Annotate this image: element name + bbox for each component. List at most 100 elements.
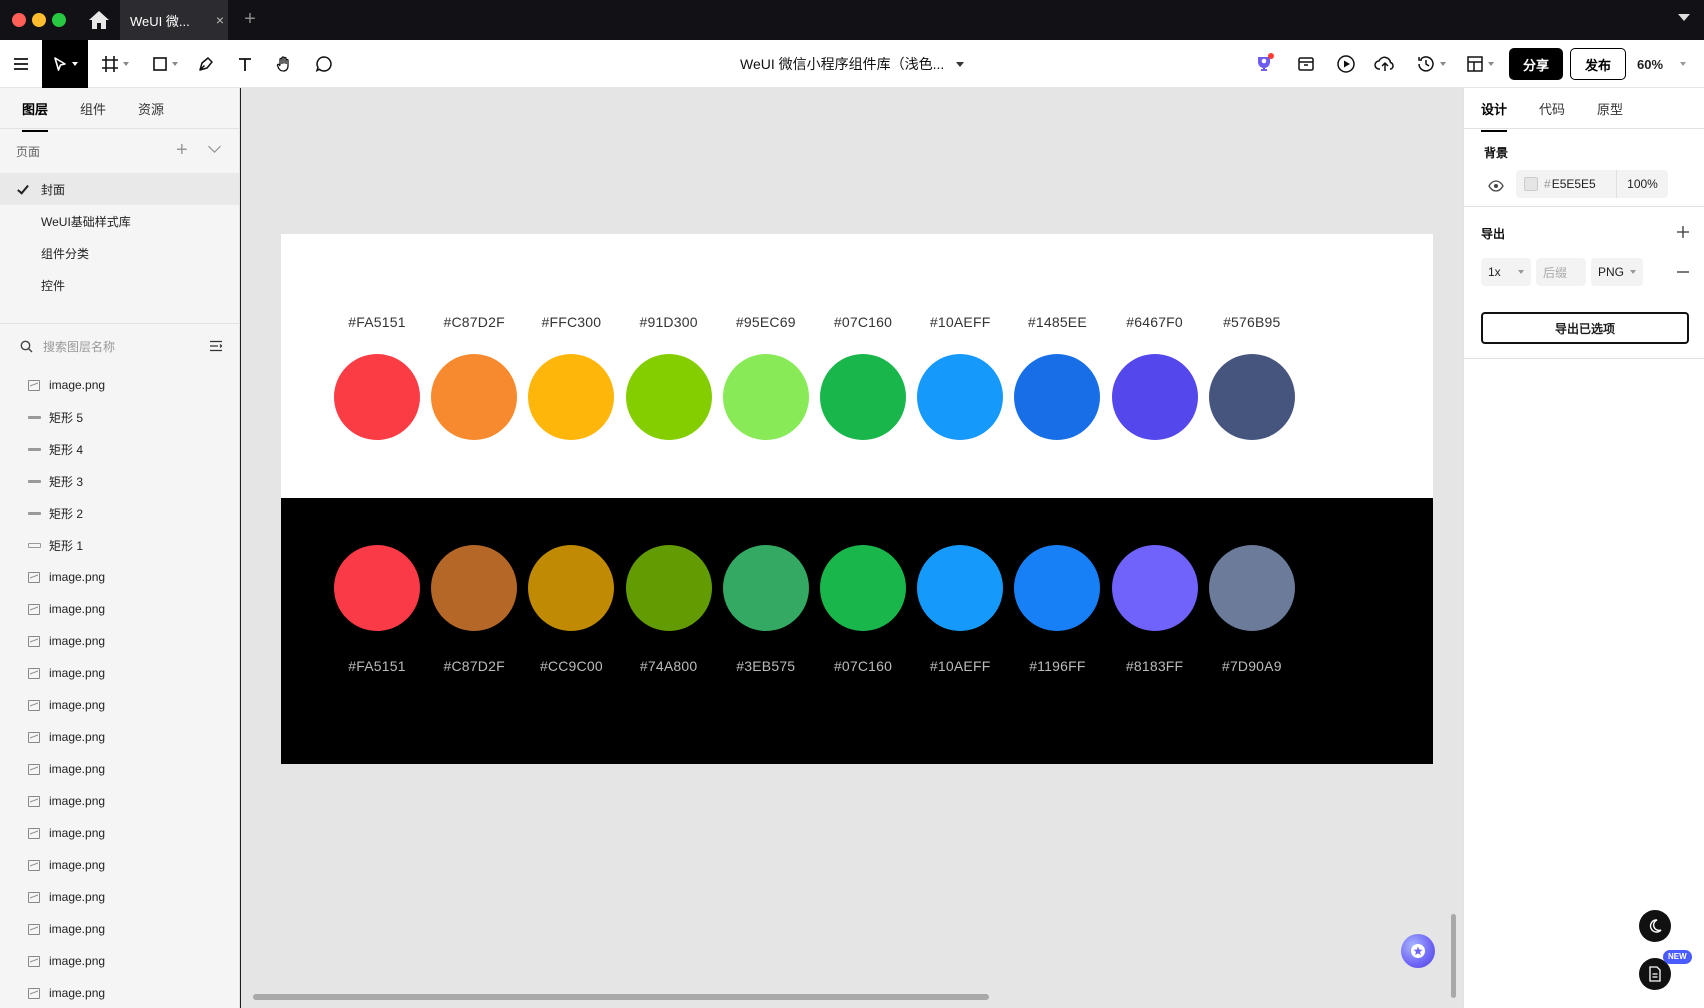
page-item-controls[interactable]: 控件 — [0, 269, 239, 301]
horizontal-scrollbar[interactable] — [253, 994, 989, 1000]
color-swatch[interactable] — [334, 545, 420, 631]
text-tool[interactable] — [234, 40, 256, 88]
close-window-button[interactable] — [12, 13, 26, 27]
tab-layers[interactable]: 图层 — [22, 99, 49, 132]
export-format-select[interactable]: PNG — [1591, 258, 1643, 286]
color-swatch[interactable] — [625, 545, 712, 631]
export-selected-button[interactable]: 导出已选项 — [1481, 312, 1689, 344]
new-tab-button[interactable]: + — [240, 8, 260, 32]
tab-prototype[interactable]: 原型 — [1597, 99, 1623, 118]
layer-item[interactable]: image.png — [0, 881, 239, 913]
history-button[interactable] — [1413, 40, 1449, 88]
upload-button[interactable] — [1373, 40, 1397, 88]
color-hex-label[interactable]: #576B95 — [1197, 314, 1307, 330]
color-swatch[interactable] — [722, 354, 809, 440]
color-swatch[interactable] — [1014, 354, 1101, 440]
background-color-field[interactable]: # E5E5E5 100% — [1516, 170, 1668, 198]
color-swatch[interactable] — [917, 545, 1004, 631]
light-palette-frame[interactable]: #FA5151 #C87D2F #FFC300 #91D300 #95EC69 #07C1… — [281, 234, 1433, 498]
layer-item[interactable]: image.png — [0, 561, 239, 593]
home-icon[interactable] — [86, 8, 112, 32]
document-tab[interactable]: WeUI 微... × — [120, 0, 228, 40]
color-hex-label[interactable]: #10AEFF — [905, 658, 1015, 674]
tab-assets[interactable]: 资源 — [138, 99, 164, 118]
color-hex-label[interactable]: #1196FF — [1002, 658, 1112, 674]
canvas[interactable]: #FA5151 #C87D2F #FFC300 #91D300 #95EC69 #07C1… — [241, 88, 1463, 1008]
rectangle-tool[interactable] — [148, 40, 182, 88]
layer-item[interactable]: image.png — [0, 785, 239, 817]
color-hex-label[interactable]: #74A800 — [614, 658, 724, 674]
document-title[interactable]: WeUI 微信小程序组件库（浅色... — [740, 40, 965, 88]
layer-item[interactable]: image.png — [0, 369, 239, 401]
color-hex-label[interactable]: #3EB575 — [711, 658, 821, 674]
color-hex-label[interactable]: #CC9C00 — [516, 658, 626, 674]
layer-item[interactable]: image.png — [0, 753, 239, 785]
ai-assistant-button[interactable] — [1252, 40, 1276, 88]
layer-item[interactable]: image.png — [0, 849, 239, 881]
color-swatch[interactable] — [1014, 545, 1101, 631]
color-hex-label[interactable]: #07C160 — [808, 658, 918, 674]
color-hex-label[interactable]: #1485EE — [1002, 314, 1112, 330]
assets-button[interactable] — [1294, 40, 1318, 88]
preview-button[interactable] — [1334, 40, 1358, 88]
layer-item[interactable]: 矩形 5 — [0, 401, 239, 433]
color-hex-label[interactable]: #10AEFF — [905, 314, 1015, 330]
color-hex-label[interactable]: #FA5151 — [322, 658, 432, 674]
color-swatch[interactable] — [820, 545, 906, 631]
color-hex-label[interactable]: #6467F0 — [1100, 314, 1210, 330]
layer-item[interactable]: image.png — [0, 817, 239, 849]
color-hex-label[interactable]: #7D90A9 — [1197, 658, 1307, 674]
color-hex-label[interactable]: #91D300 — [614, 314, 724, 330]
remove-export-icon[interactable] — [1677, 271, 1689, 273]
layer-item[interactable]: 矩形 4 — [0, 433, 239, 465]
color-swatch[interactable] — [1208, 354, 1295, 440]
vertical-scrollbar[interactable] — [1451, 914, 1456, 998]
minimize-window-button[interactable] — [32, 13, 46, 27]
filter-icon[interactable] — [209, 340, 223, 352]
color-hex-label[interactable]: #95EC69 — [711, 314, 821, 330]
close-tab-icon[interactable]: × — [212, 12, 228, 28]
eye-icon[interactable] — [1488, 180, 1504, 192]
tab-design[interactable]: 设计 — [1481, 99, 1508, 132]
layer-item[interactable]: 矩形 1 — [0, 529, 239, 561]
color-hex-label[interactable]: #FA5151 — [322, 314, 432, 330]
add-export-icon[interactable] — [1676, 225, 1690, 239]
background-color-swatch[interactable] — [1524, 177, 1538, 191]
add-page-icon[interactable]: + — [176, 140, 188, 160]
color-swatch[interactable] — [431, 354, 518, 440]
publish-button[interactable]: 发布 — [1570, 48, 1626, 80]
layer-item[interactable]: image.png — [0, 721, 239, 753]
color-hex-label[interactable]: #C87D2F — [419, 658, 529, 674]
dark-mode-toggle[interactable] — [1639, 910, 1671, 942]
color-swatch[interactable] — [528, 354, 615, 440]
layer-search-input[interactable]: 搜索图层名称 — [0, 323, 239, 369]
zoom-level[interactable]: 60% — [1637, 40, 1663, 88]
background-opacity-value[interactable]: 100% — [1616, 170, 1668, 198]
color-swatch[interactable] — [820, 354, 906, 440]
menu-icon[interactable] — [8, 40, 34, 88]
layer-item[interactable]: 矩形 2 — [0, 497, 239, 529]
zoom-chevron-icon[interactable] — [1680, 62, 1686, 66]
page-item-component-categories[interactable]: 组件分类 — [0, 237, 239, 269]
export-scale-select[interactable]: 1x — [1481, 258, 1531, 286]
dark-palette-frame[interactable]: #FA5151 #C87D2F #CC9C00 #74A800 #3EB575 #07C1… — [281, 498, 1433, 764]
export-suffix-input[interactable]: 后缀 — [1536, 258, 1586, 286]
tab-components[interactable]: 组件 — [80, 99, 106, 118]
layer-item[interactable]: image.png — [0, 977, 239, 1008]
color-hex-label[interactable]: #FFC300 — [516, 314, 626, 330]
color-swatch[interactable] — [1111, 545, 1198, 631]
layout-button[interactable] — [1463, 40, 1497, 88]
color-hex-label[interactable]: #C87D2F — [419, 314, 529, 330]
color-swatch[interactable] — [722, 545, 809, 631]
collapse-pages-chevron-icon[interactable] — [208, 140, 221, 153]
layer-item[interactable]: image.png — [0, 657, 239, 689]
color-swatch[interactable] — [1111, 354, 1198, 440]
layer-item[interactable]: 矩形 3 — [0, 465, 239, 497]
layer-item[interactable]: image.png — [0, 913, 239, 945]
layer-item[interactable]: image.png — [0, 689, 239, 721]
color-swatch[interactable] — [1208, 545, 1295, 631]
move-tool[interactable] — [42, 40, 88, 88]
layer-item[interactable]: image.png — [0, 945, 239, 977]
page-item-weui-base[interactable]: WeUI基础样式库 — [0, 205, 239, 237]
tab-menu-chevron-icon[interactable] — [1678, 14, 1690, 21]
